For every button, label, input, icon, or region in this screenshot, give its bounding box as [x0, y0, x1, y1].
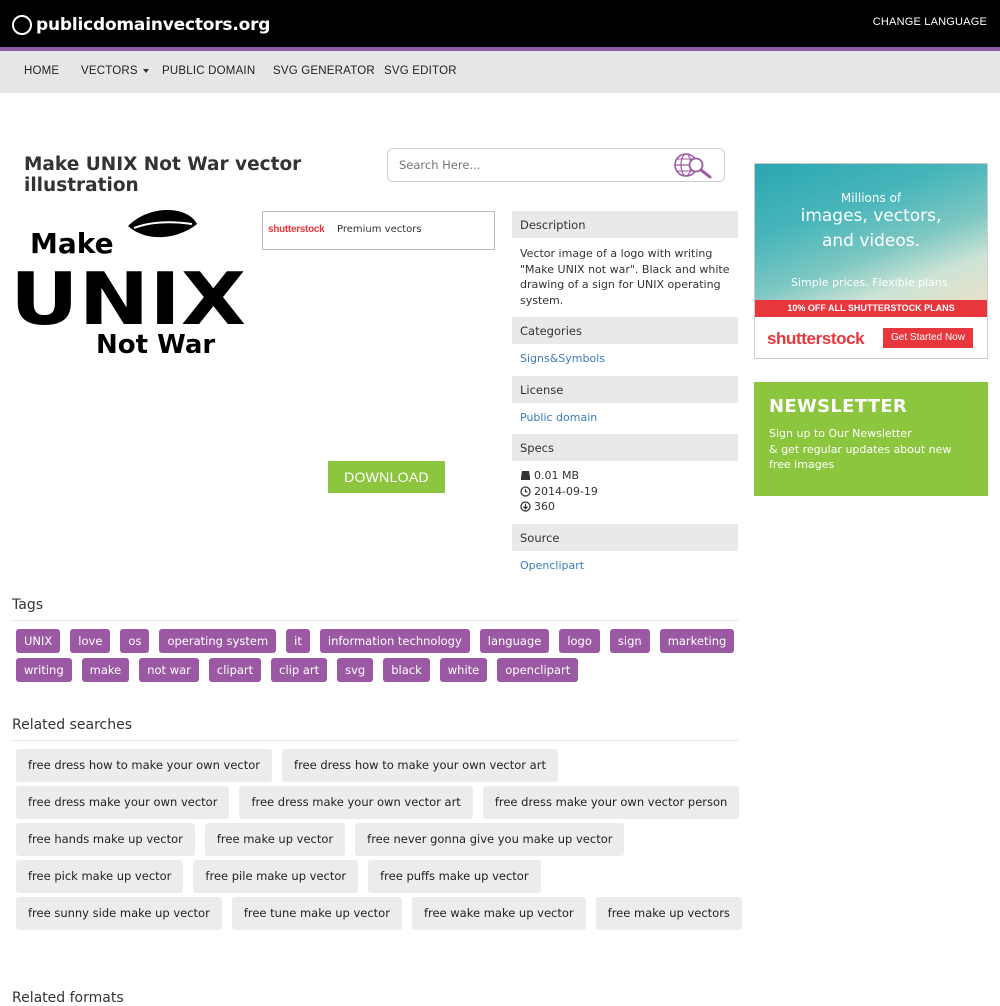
related-search-item[interactable]: free sunny side make up vector	[16, 897, 222, 930]
related-search-item[interactable]: free make up vectors	[595, 897, 742, 930]
tag-item[interactable]: make	[81, 658, 130, 682]
tag-item[interactable]: logo	[559, 629, 600, 653]
premium-vectors-link[interactable]: shutterstock Premium vectors	[262, 211, 495, 250]
related-searches-title: Related searches	[12, 717, 133, 733]
main-nav: HOME VECTORS PUBLIC DOMAIN SVG GENERATOR…	[0, 51, 1000, 93]
spec-size: 0.01 MB	[520, 469, 579, 482]
image-text-unix: UNIX	[10, 257, 246, 341]
tag-item[interactable]: operating system	[159, 629, 277, 653]
nav-item-public-domain[interactable]: PUBLIC DOMAIN	[162, 65, 255, 77]
tag-item[interactable]: sign	[609, 629, 650, 653]
related-search-item[interactable]: free make up vector	[204, 823, 346, 856]
specs-heading: Specs	[512, 434, 738, 461]
ad-shutterstock-logo: shutterstock	[767, 329, 865, 348]
newsletter-line-2: & get regular updates about new free ima…	[769, 442, 952, 472]
tags-title: Tags	[12, 597, 43, 613]
category-link[interactable]: Signs&Symbols	[520, 352, 605, 365]
ad-line-1: Millions of	[840, 191, 902, 205]
image-text-make: Make	[30, 227, 114, 260]
image-text-not-war: Not War	[96, 330, 215, 358]
spec-date-value: 2014-09-19	[534, 485, 598, 498]
related-searches-list: free dress how to make your own vector fr…	[16, 749, 746, 930]
tag-item[interactable]: black	[383, 658, 430, 682]
source-heading: Source	[512, 524, 738, 551]
related-search-item[interactable]: free dress make your own vector	[16, 786, 230, 819]
tag-item[interactable]: information technology	[319, 629, 470, 653]
tags-list: UNIX love os operating system it information …	[16, 629, 738, 682]
spec-date: 2014-09-19	[520, 485, 598, 498]
tag-item[interactable]: writing	[16, 658, 72, 682]
ad-line-3: and videos.	[821, 231, 921, 251]
related-search-item[interactable]: free pile make up vector	[193, 860, 359, 893]
related-search-item[interactable]: free never gonna give you make up vector	[355, 823, 625, 856]
description-heading: Description	[512, 211, 738, 238]
related-search-item[interactable]: free pick make up vector	[16, 860, 184, 893]
premium-vectors-label: Premium vectors	[337, 224, 422, 235]
related-search-item[interactable]: free dress make your own vector art	[239, 786, 473, 819]
tag-item[interactable]: openclipart	[497, 658, 579, 682]
search-box	[387, 148, 725, 182]
description-text: Vector image of a logo with writing "Mak…	[520, 247, 730, 307]
tag-item[interactable]: love	[70, 629, 111, 653]
download-button[interactable]: DOWNLOAD	[328, 461, 445, 493]
newsletter-box[interactable]: NEWSLETTER Sign up to Our Newsletter & g…	[754, 382, 988, 496]
shutterstock-ad[interactable]: Millions of images, vectors, and videos.…	[754, 163, 988, 359]
tag-item[interactable]: it	[286, 629, 310, 653]
license-link[interactable]: Public domain	[520, 411, 597, 424]
related-search-item[interactable]: free wake make up vector	[411, 897, 586, 930]
related-search-item[interactable]: free dress how to make your own vector	[16, 749, 273, 782]
nav-item-vectors-label: VECTORS	[81, 65, 138, 77]
ad-discount-strip: 10% OFF ALL SHUTTERSTOCK PLANS	[755, 300, 987, 317]
source-link[interactable]: Openclipart	[520, 559, 584, 572]
license-heading: License	[512, 376, 738, 403]
change-language-link[interactable]: CHANGE LANGUAGE	[873, 16, 987, 28]
nav-item-home[interactable]: HOME	[24, 65, 59, 77]
page-title: Make UNIX Not War vector illustration	[24, 154, 302, 196]
tag-item[interactable]: clipart	[208, 658, 262, 682]
related-search-item[interactable]: free dress how to make your own vector a…	[282, 749, 558, 782]
nav-item-svg-generator[interactable]: SVG GENERATOR	[273, 65, 375, 77]
shutterstock-logo: shutterstock	[268, 224, 325, 235]
site-logo[interactable]: publicdomainvectors.org	[12, 12, 270, 38]
search-globe-icon[interactable]	[672, 152, 716, 180]
related-divider	[12, 740, 738, 741]
nav-item-vectors[interactable]: VECTORS	[81, 65, 149, 77]
ad-footer: shutterstock Get Started Now	[755, 317, 987, 358]
logo-icon	[12, 15, 32, 35]
hard-drive-icon	[521, 471, 530, 480]
caret-down-icon	[142, 68, 149, 73]
search-input[interactable]	[397, 157, 671, 173]
tag-item[interactable]: marketing	[659, 629, 735, 653]
spec-downloads: 360	[520, 500, 555, 513]
tags-divider	[12, 620, 738, 621]
nav-item-svg-editor[interactable]: SVG EDITOR	[384, 65, 457, 77]
make-unix-not-war-image: Make UNIX Not War	[10, 210, 246, 358]
related-search-item[interactable]: free tune make up vector	[231, 897, 402, 930]
newsletter-title: NEWSLETTER	[769, 396, 908, 417]
site-name: publicdomainvectors.org	[36, 15, 271, 35]
spec-downloads-value: 360	[534, 500, 555, 513]
tag-item[interactable]: svg	[337, 658, 374, 682]
related-formats-title: Related formats	[12, 990, 124, 1006]
related-search-item[interactable]: free hands make up vector	[16, 823, 195, 856]
clock-icon	[520, 486, 531, 497]
tag-item[interactable]: clip art	[271, 658, 328, 682]
categories-heading: Categories	[512, 317, 738, 344]
related-search-item[interactable]: free puffs make up vector	[368, 860, 541, 893]
ad-line-4: Simple prices. Flexible plans.	[791, 276, 951, 289]
tag-item[interactable]: white	[439, 658, 488, 682]
spec-size-value: 0.01 MB	[534, 469, 580, 482]
tag-item[interactable]: language	[479, 629, 550, 653]
tag-item[interactable]: not war	[139, 658, 199, 682]
ad-line-2: images, vectors,	[800, 206, 942, 226]
related-search-item[interactable]: free dress make your own vector person	[482, 786, 740, 819]
download-circle-icon	[520, 501, 531, 512]
ad-get-started-button[interactable]: Get Started Now	[883, 328, 973, 348]
tag-item[interactable]: os	[120, 629, 150, 653]
top-bar: publicdomainvectors.org CHANGE LANGUAGE	[0, 0, 1000, 51]
newsletter-line-1: Sign up to Our Newsletter	[769, 427, 912, 440]
tag-item[interactable]: UNIX	[16, 629, 61, 653]
